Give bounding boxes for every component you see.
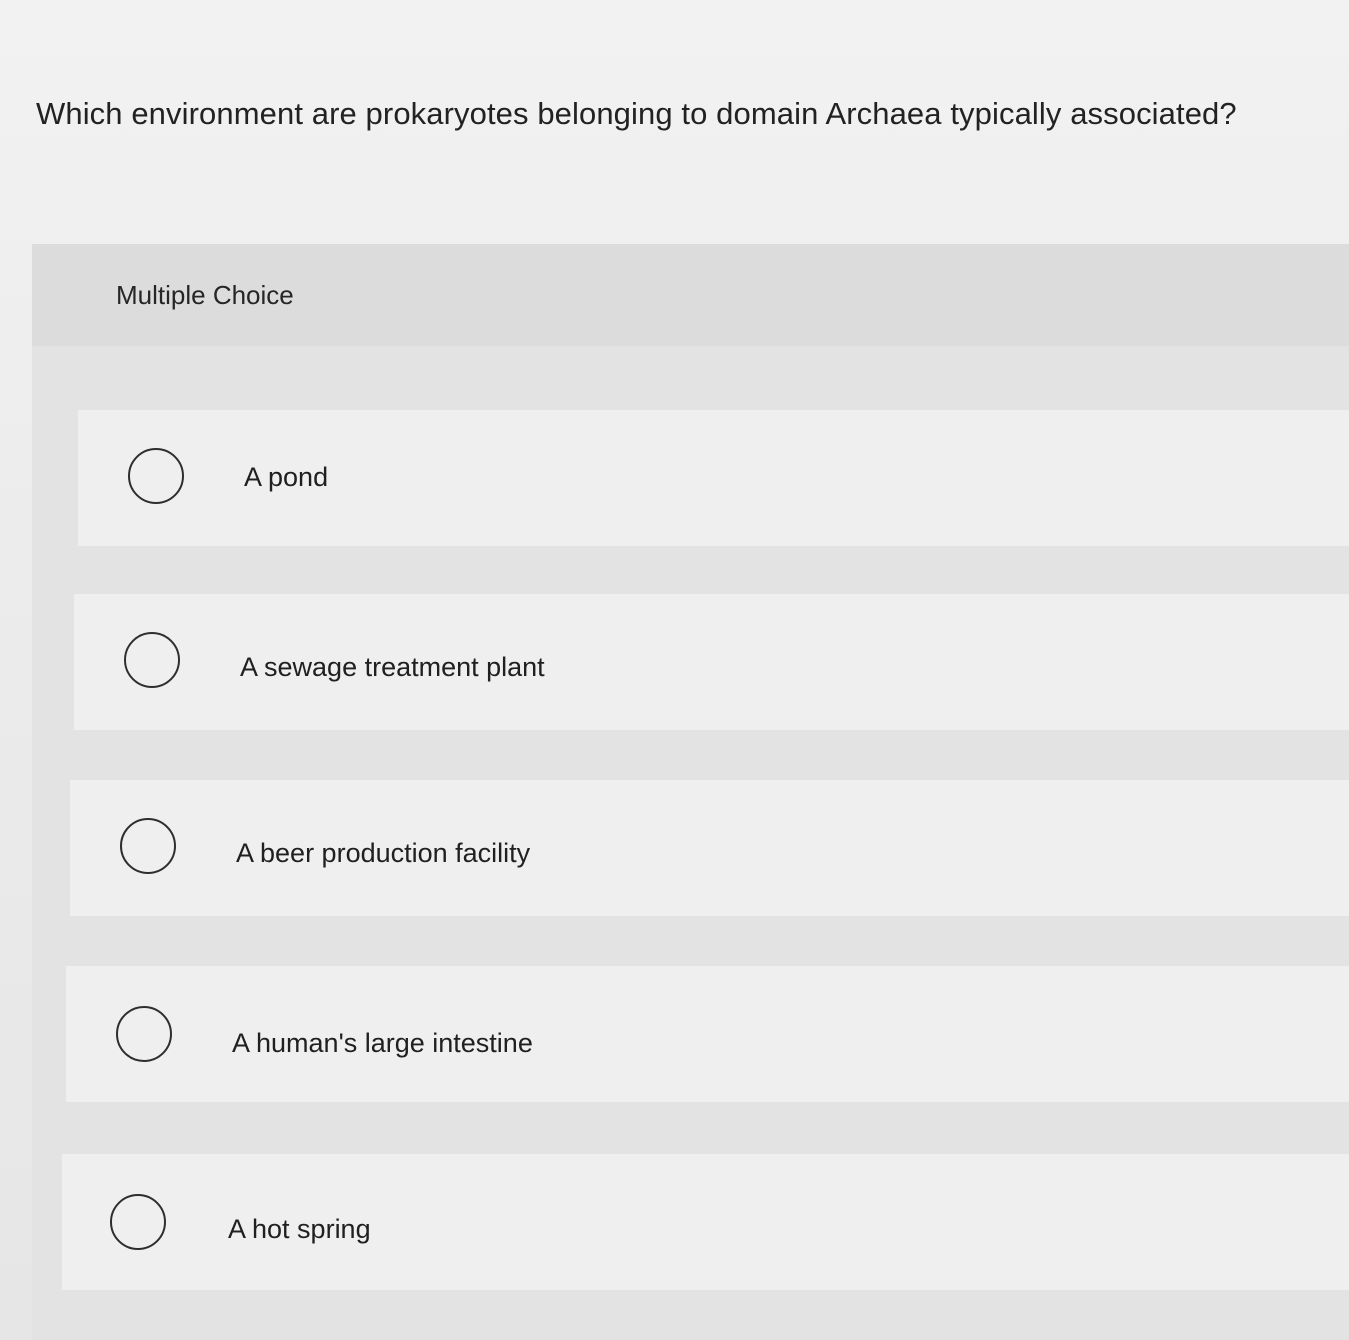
choice-label: A hot spring [228, 1214, 371, 1244]
radio-button-icon[interactable] [120, 818, 176, 874]
choice-label: A sewage treatment plant [240, 652, 545, 682]
radio-button-icon[interactable] [116, 1006, 172, 1062]
question-text: Which environment are prokaryotes belong… [36, 96, 1237, 131]
choice-option-a[interactable]: A pond [78, 410, 1349, 546]
choice-label: A beer production facility [236, 838, 531, 868]
panel-title: Multiple Choice [116, 280, 294, 310]
radio-button-icon[interactable] [128, 448, 184, 504]
choice-option-b[interactable]: A sewage treatment plant [74, 594, 1349, 730]
choice-option-e[interactable]: A hot spring [62, 1154, 1349, 1290]
panel-header: Multiple Choice [32, 244, 1349, 346]
radio-button-icon[interactable] [124, 632, 180, 688]
choice-option-d[interactable]: A human's large intestine [66, 966, 1349, 1102]
radio-button-icon[interactable] [110, 1194, 166, 1250]
choice-label: A pond [244, 462, 329, 492]
choice-option-c[interactable]: A beer production facility [70, 780, 1349, 916]
choice-label: A human's large intestine [232, 1028, 533, 1058]
